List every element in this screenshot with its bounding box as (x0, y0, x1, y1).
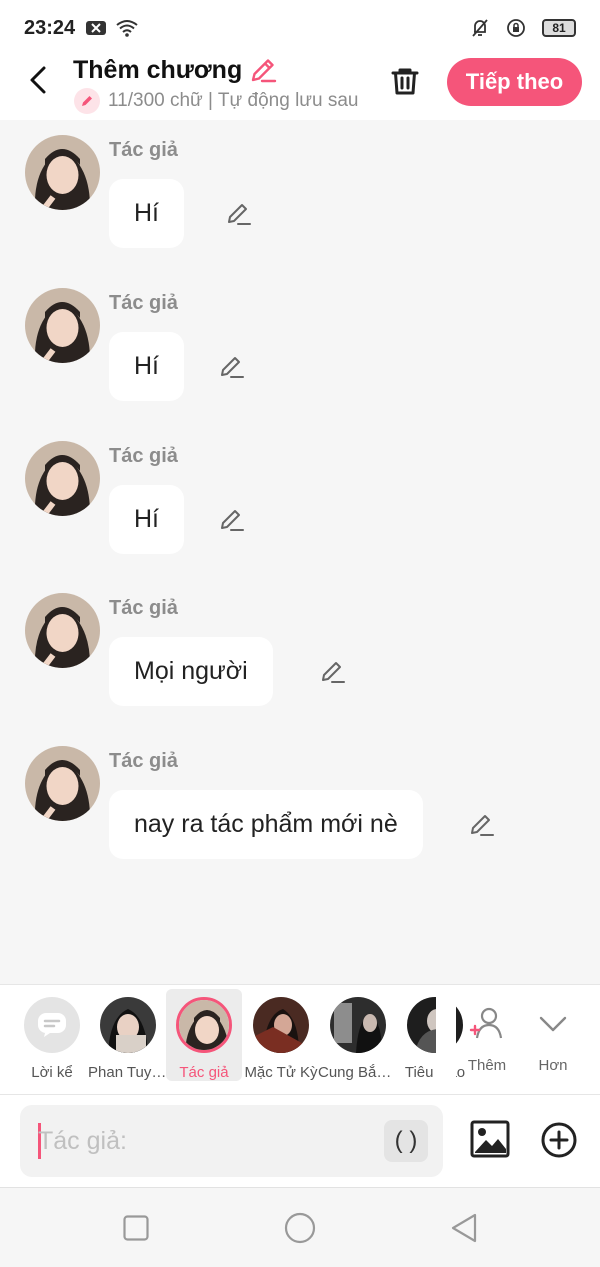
chevron-down-icon (539, 1016, 567, 1032)
message-item: Tác giả nay ra tác phẩm mới nè (0, 746, 600, 886)
message-bubble[interactable]: Hí (109, 332, 184, 401)
message-author: Tác giả (109, 597, 178, 619)
character-tray: Lời kể Phan Tuyết Ninh Tác giả Mặc Tử Kỳ… (0, 984, 600, 1094)
author-avatar[interactable] (25, 746, 100, 821)
message-bubble[interactable]: Hí (109, 485, 184, 554)
character-narration[interactable]: Lời kể (14, 989, 90, 1081)
edit-message-button[interactable] (224, 199, 254, 229)
more-options-button[interactable] (540, 1121, 578, 1159)
character-label: Lời kể (31, 1064, 73, 1081)
message-author: Tác giả (109, 445, 178, 467)
author-avatar[interactable] (25, 288, 100, 363)
battery-indicator: 81 (542, 19, 576, 37)
character-label: Mặc Tử Kỳ (244, 1064, 318, 1081)
bell-muted-icon (470, 18, 490, 38)
message-author: Tác giả (109, 750, 178, 772)
back-button[interactable] (20, 62, 56, 98)
add-person-icon (469, 1007, 503, 1039)
character-label: Cung Bắc Lâm (318, 1064, 398, 1081)
narration-avatar (24, 997, 80, 1053)
character-avatar (330, 997, 386, 1053)
edit-message-button[interactable] (318, 657, 348, 687)
pencil-badge-icon (74, 88, 100, 114)
edit-pencil-icon (322, 662, 345, 683)
character-avatar (100, 997, 156, 1053)
message-bubble[interactable]: nay ra tác phẩm mới nè (109, 790, 423, 859)
square-icon (123, 1215, 149, 1241)
message-input-box: ( ) (20, 1105, 443, 1177)
author-avatar[interactable] (25, 135, 100, 210)
character-item[interactable]: Mặc Tử Kỳ (243, 989, 319, 1081)
add-character-button[interactable]: Thêm (455, 991, 519, 1081)
rotation-lock-icon (506, 18, 526, 38)
page-title-text: Thêm chương (73, 55, 243, 84)
pencil-icon[interactable] (248, 55, 278, 85)
word-count-text: 11/300 chữ | Tự động lưu sau (108, 90, 359, 111)
trash-icon (391, 68, 419, 95)
insert-image-button[interactable] (470, 1119, 510, 1159)
character-item[interactable]: Cung Bắc Lâm (318, 989, 398, 1081)
edit-pencil-icon (228, 204, 251, 225)
message-input[interactable] (38, 1105, 378, 1177)
wifi-icon (115, 19, 139, 37)
app-header: Thêm chương 11/300 chữ | Tự động lưu sau… (0, 50, 600, 120)
word-count-line: 11/300 chữ | Tự động lưu sau (74, 88, 360, 114)
next-button[interactable]: Tiếp theo (447, 58, 582, 106)
system-back-button[interactable] (446, 1210, 482, 1246)
character-item-selected[interactable]: Tác giả (166, 989, 242, 1081)
character-avatar (176, 997, 232, 1053)
character-label: Tác giả (179, 1064, 229, 1081)
message-item: Tác giả Hí (0, 441, 600, 581)
edit-message-button[interactable] (217, 505, 247, 535)
plus-circle-icon (541, 1122, 577, 1158)
edit-pencil-icon (471, 815, 494, 836)
edit-message-button[interactable] (217, 352, 247, 382)
author-avatar[interactable] (25, 593, 100, 668)
status-time: 23:24 (24, 16, 76, 39)
message-author: Tác giả (109, 139, 178, 161)
more-characters-button[interactable]: Hơn (521, 991, 585, 1081)
notification-x-icon (85, 19, 107, 37)
system-navigation-bar (0, 1187, 600, 1267)
edit-pencil-icon (221, 357, 244, 378)
status-bar: 23:24 81 (0, 0, 600, 56)
message-author: Tác giả (109, 292, 178, 314)
tray-fade-overlay (436, 985, 456, 1093)
message-bubble[interactable]: Mọi người (109, 637, 273, 706)
message-item: Tác giả Hí (0, 135, 600, 275)
delete-button[interactable] (386, 62, 424, 100)
circle-icon (284, 1212, 316, 1244)
chevron-left-icon (30, 66, 46, 94)
add-character-label: Thêm (467, 1057, 507, 1074)
message-item: Tác giả Mọi người (0, 593, 600, 733)
message-item: Tác giả Hí (0, 288, 600, 428)
edit-message-button[interactable] (467, 810, 497, 840)
parentheses-button[interactable]: ( ) (384, 1120, 428, 1162)
speech-bubble-icon (38, 1013, 66, 1037)
triangle-back-icon (451, 1213, 477, 1243)
image-icon (470, 1120, 510, 1158)
recent-apps-button[interactable] (118, 1210, 154, 1246)
page-title[interactable]: Thêm chương (73, 55, 278, 85)
edit-pencil-icon (221, 510, 244, 531)
character-label: Phan Tuyết Ninh (88, 1064, 168, 1081)
message-list: Tác giả Hí Tác giả Hí Tác giả Hí Tác giả… (0, 120, 600, 984)
more-characters-label: Hơn (538, 1057, 568, 1074)
character-item[interactable]: Phan Tuyết Ninh (88, 989, 168, 1081)
message-bubble[interactable]: Hí (109, 179, 184, 248)
composer: ( ) (0, 1094, 600, 1187)
home-button[interactable] (282, 1210, 318, 1246)
author-avatar[interactable] (25, 441, 100, 516)
character-avatar (253, 997, 309, 1053)
